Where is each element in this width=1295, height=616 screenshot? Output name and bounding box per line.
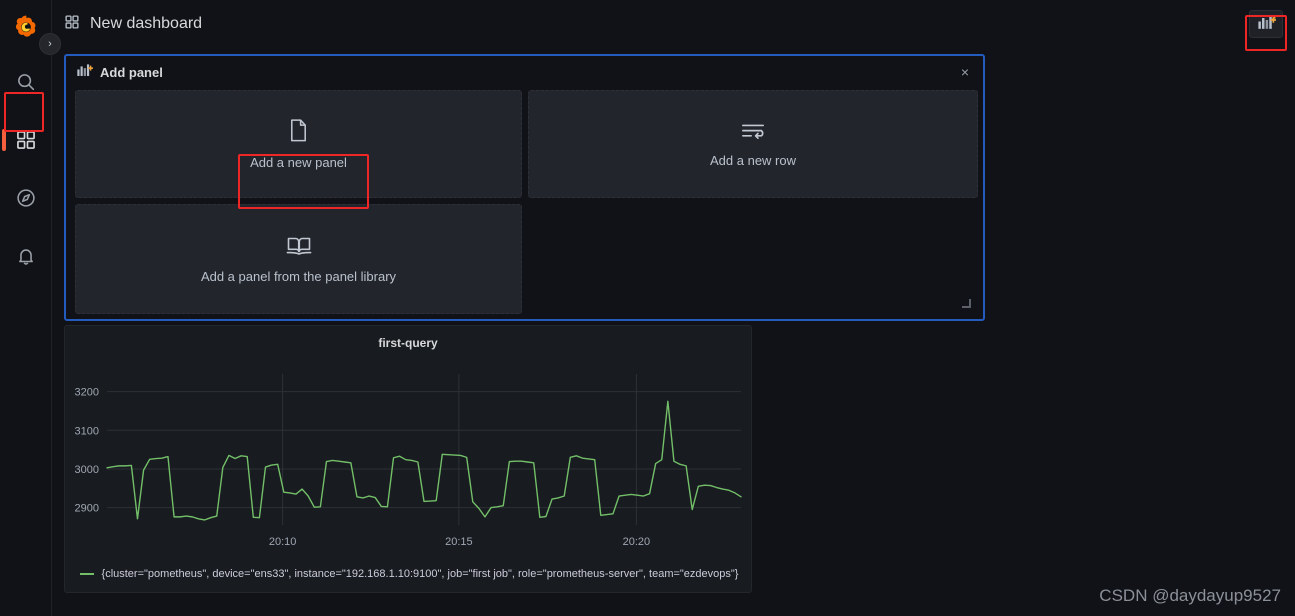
panel-resize-handle[interactable] [962, 299, 971, 308]
svg-text:2900: 2900 [75, 503, 99, 515]
file-blank-icon [287, 118, 310, 148]
header-actions [1245, 10, 1295, 51]
add-new-panel-option-inner: Add a new panel [236, 112, 361, 176]
dashboard-header: New dashboard [52, 0, 1295, 51]
chart-panel-title: first-query [378, 336, 438, 350]
add-new-row-label: Add a new row [710, 152, 796, 168]
sidebar-item-explore[interactable] [6, 178, 46, 218]
bar-chart-plus-icon [1257, 13, 1276, 35]
open-book-icon [286, 235, 312, 262]
chart-svg: 2900 3000 3100 3200 20:10 20:15 20:20 [75, 374, 742, 548]
dashboards-grid-icon [64, 14, 80, 35]
watermark-text: CSDN @daydayup9527 [1099, 586, 1281, 605]
left-nav-rail [0, 0, 52, 616]
grafana-logo-icon[interactable] [9, 10, 43, 44]
add-new-row-option-inner: Add a new row [696, 115, 810, 174]
svg-text:3100: 3100 [75, 425, 99, 437]
svg-text:3200: 3200 [75, 387, 99, 399]
nav-item-list [0, 62, 51, 276]
add-panel-from-library-option-inner: Add a panel from the panel library [187, 229, 410, 290]
add-new-row-option[interactable]: Add a new row [528, 90, 978, 198]
grafana-dashboard-page: › New dashboard Add panel × Add a new pa… [0, 0, 1295, 616]
add-new-panel-option[interactable]: Add a new panel [75, 90, 522, 198]
add-panel-from-library-label: Add a panel from the panel library [200, 268, 397, 284]
svg-text:20:20: 20:20 [623, 536, 651, 548]
add-new-panel-label: Add a new panel [250, 155, 347, 170]
close-icon[interactable]: × [957, 62, 973, 82]
legend-color-swatch [79, 573, 94, 575]
wrap-text-icon [741, 121, 765, 146]
add-panel-from-library-option[interactable]: Add a panel from the panel library [75, 204, 522, 314]
chart-plot-area[interactable]: 2900 3000 3100 3200 20:10 20:15 20:20 [65, 352, 753, 567]
page-title: New dashboard [90, 15, 203, 32]
legend-series-label: {cluster="pometheus", device="ens33", in… [101, 568, 739, 580]
sidebar-item-dashboards[interactable] [1, 120, 46, 160]
svg-text:20:15: 20:15 [445, 536, 473, 548]
breadcrumb: New dashboard [52, 14, 202, 35]
nav-rail-expand-button[interactable]: › [39, 33, 61, 55]
chart-legend[interactable]: {cluster="pometheus", device="ens33", in… [65, 568, 753, 580]
add-panel-widget-header: Add panel × [66, 56, 983, 88]
chart-panel: first-query 2900 3000 3100 3200 20:10 20:15 20… [64, 325, 752, 593]
bar-chart-plus-icon [76, 62, 94, 82]
svg-text:20:10: 20:10 [269, 536, 297, 548]
add-panel-options: Add a new panel Add a new row Add a pane… [75, 90, 978, 314]
sidebar-item-search[interactable] [6, 62, 46, 102]
svg-text:3000: 3000 [75, 464, 99, 476]
add-panel-widget-title: Add panel [100, 64, 163, 80]
sidebar-item-alerting[interactable] [6, 236, 46, 276]
add-panel-widget: Add panel × Add a new panel Add a new ro… [64, 54, 985, 321]
add-panel-toolbar-button[interactable] [1249, 10, 1283, 38]
